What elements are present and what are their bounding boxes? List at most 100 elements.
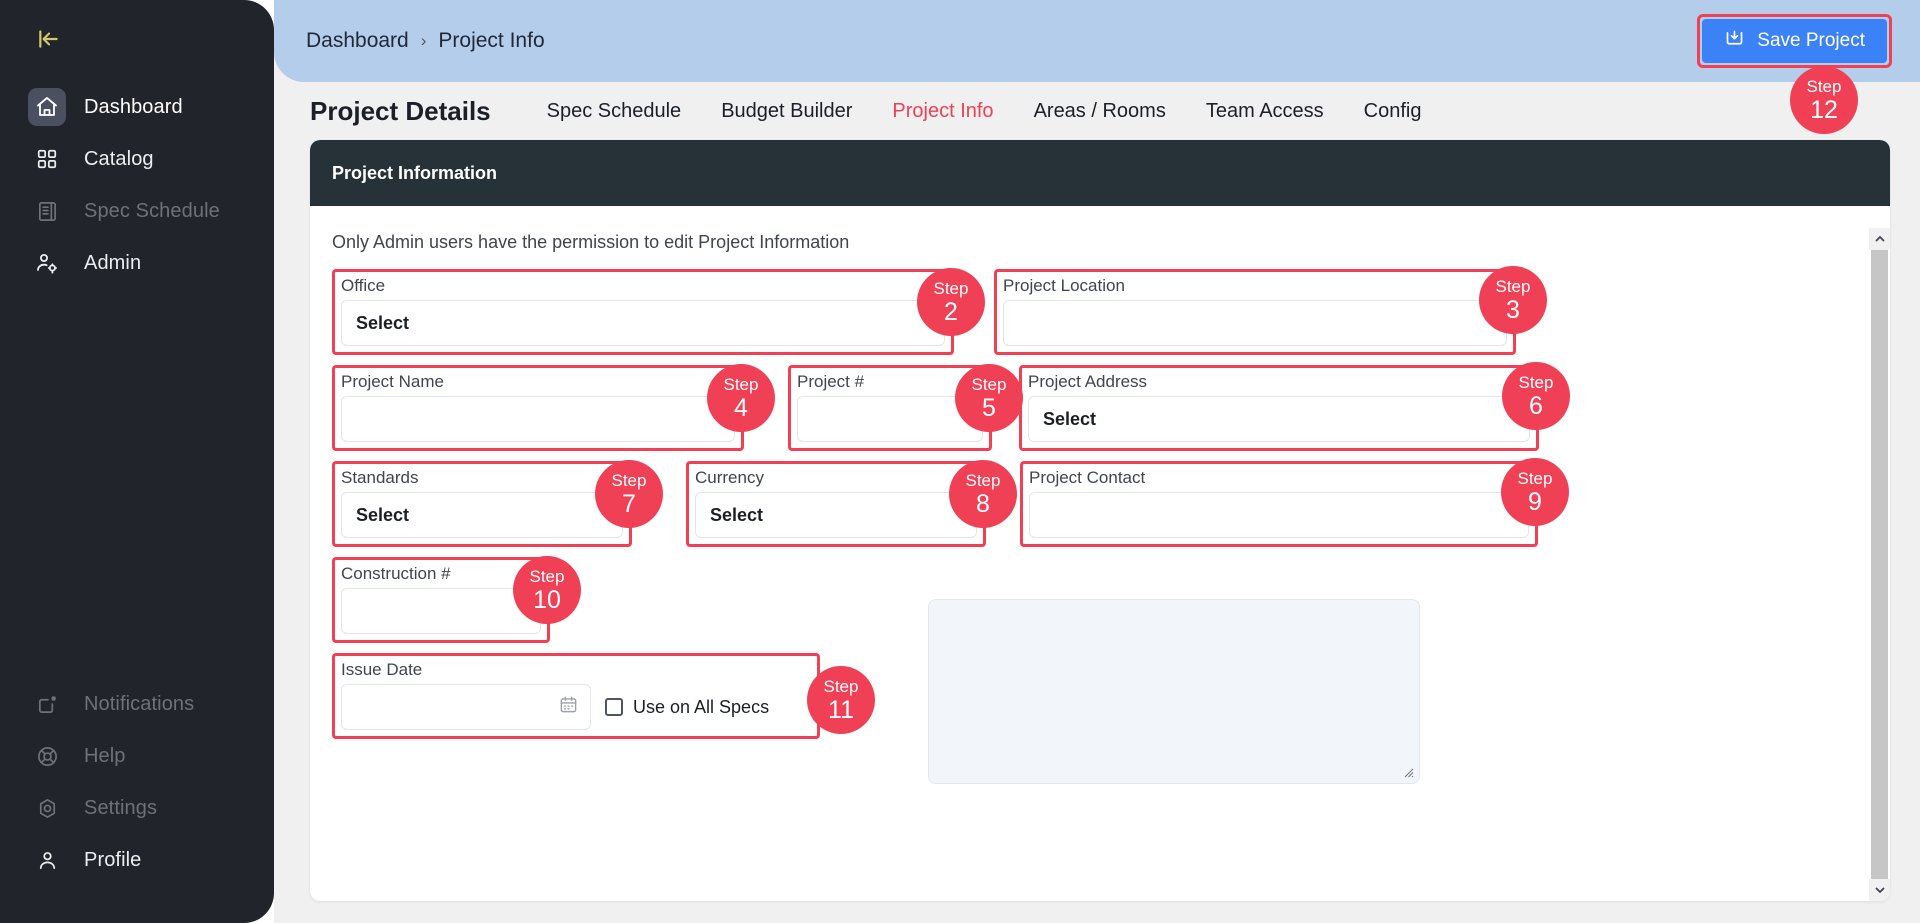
chevron-right-icon: › [420,31,427,50]
chevron-down-icon[interactable] [1868,879,1890,901]
sidebar-item-notifications[interactable]: Notifications [0,681,274,727]
scrollbar-thumb[interactable] [1871,250,1888,879]
sidebar-item-dashboard[interactable]: Dashboard [0,84,274,130]
main-content: Dashboard › Project Info Save Project St… [274,0,1920,923]
save-project-button[interactable]: Save Project [1702,19,1887,63]
project-contact-label: Project Contact [1029,468,1146,487]
save-disk-icon [1724,28,1745,55]
project-name-input[interactable] [341,396,735,442]
document-list-icon [28,192,66,230]
issue-date-input[interactable] [341,684,591,730]
step-number: 11 [828,695,854,724]
step-number: 6 [1529,391,1543,420]
calendar-icon[interactable] [559,695,578,719]
project-location-input[interactable] [1003,300,1507,346]
tab-config[interactable]: Config [1364,100,1422,123]
issue-date-row: Use on All Specs [341,684,811,730]
scrollbar-track[interactable] [1871,250,1888,879]
office-value: Select [356,312,410,333]
tab-project-info[interactable]: Project Info [892,100,993,123]
currency-value: Select [710,504,764,525]
project-location-label: Project Location [1003,276,1125,295]
step-number: 7 [622,489,636,518]
card-body: Only Admin users have the permission to … [310,206,1890,901]
project-info-form: Only Admin users have the permission to … [310,228,1868,901]
tab-spec-schedule[interactable]: Spec Schedule [547,100,682,123]
grid-icon [28,140,66,178]
tab-bar: Project Details Spec Schedule Budget Bui… [274,82,1920,140]
construction-number-input[interactable] [341,588,541,634]
sidebar-item-profile[interactable]: Profile [0,837,274,883]
step-number: 3 [1506,295,1520,324]
sidebar-item-label: Catalog [84,147,154,170]
use-on-all-specs-group: Use on All Specs [605,697,769,718]
project-address-label: Project Address [1028,372,1148,391]
field-group-office: Office Select Step 2 [332,268,985,355]
user-gear-icon [28,244,66,282]
sidebar-item-help[interactable]: Help [0,733,274,779]
user-icon [28,841,66,879]
field-group-construction-number: Construction # Step 10 [332,556,581,643]
save-button-highlight: Save Project [1697,14,1892,68]
field-group-currency: Currency Select Step 8 [686,460,1017,547]
project-contact-input[interactable] [1029,492,1529,538]
sidebar-item-label: Profile [84,848,142,871]
life-ring-icon [28,737,66,775]
step-number: 4 [734,393,748,422]
tab-budget-builder[interactable]: Budget Builder [721,100,852,123]
sidebar-item-catalog[interactable]: Catalog [0,136,274,182]
field-group-project-contact: Project Contact Step 9 [1020,458,1569,547]
tab-team-access[interactable]: Team Access [1206,100,1324,123]
card-header: Project Information [310,140,1890,206]
project-number-input[interactable] [797,396,983,442]
project-address-value: Select [1043,408,1097,429]
form-row-1: Office Select Step 2 Project Location St… [332,266,1846,355]
bell-notification-icon [28,685,66,723]
resize-grip-icon[interactable] [1400,764,1416,780]
standards-label: Standards [341,468,419,487]
project-info-card: Project Information Only Admin users hav… [310,140,1890,901]
issue-date-label: Issue Date [341,660,423,679]
sidebar-item-label: Notifications [84,692,195,715]
step-word: Step [823,676,859,696]
office-select[interactable]: Select [341,300,945,346]
sidebar-item-label: Settings [84,796,158,819]
breadcrumb-root[interactable]: Dashboard [306,29,409,53]
field-group-project-number: Project # Step 5 [788,364,1023,451]
step-number: 2 [944,297,958,326]
app-root: Dashboard Catalog Spec Schedule Admin No… [0,0,1920,923]
page-title: Project Details [310,95,491,126]
standards-value: Select [356,504,410,525]
field-group-project-name: Project Name Step 4 [332,364,775,451]
project-notes-wrapper [928,599,1420,784]
top-bar: Dashboard › Project Info Save Project St… [274,0,1920,134]
form-row-2: Project Name Step 4 Project # Step 5 Pro… [332,362,1846,451]
sidebar-item-spec-schedule[interactable]: Spec Schedule [0,188,274,234]
office-label: Office [341,276,386,295]
breadcrumb: Dashboard › Project Info [306,29,545,53]
chevron-up-icon[interactable] [1868,228,1890,250]
sidebar-item-settings[interactable]: Settings [0,785,274,831]
step-number: 9 [1528,487,1542,516]
project-name-label: Project Name [341,372,444,391]
collapse-panel-icon[interactable] [32,22,66,56]
step-number: 8 [976,489,990,518]
use-on-all-specs-checkbox[interactable] [605,698,623,716]
project-address-select[interactable]: Select [1028,396,1530,442]
field-group-project-location: Project Location Step 3 [994,266,1547,355]
project-number-label: Project # [797,372,865,391]
project-notes-textarea[interactable] [928,599,1420,784]
sidebar-item-label: Dashboard [84,95,183,118]
sidebar-item-label: Admin [84,251,142,274]
standards-select[interactable]: Select [341,492,623,538]
field-group-issue-date: Issue Date Use on All Specs Step 11 [332,653,875,739]
gear-icon [28,789,66,827]
breadcrumb-current[interactable]: Project Info [438,29,544,53]
permission-note: Only Admin users have the permission to … [332,232,850,252]
sidebar: Dashboard Catalog Spec Schedule Admin No… [0,0,274,923]
card-scrollbar[interactable] [1868,228,1890,901]
sidebar-item-admin[interactable]: Admin [0,240,274,286]
form-rows: Office Select Step 2 Project Location St… [332,266,1846,784]
tab-areas-rooms[interactable]: Areas / Rooms [1034,100,1166,123]
currency-select[interactable]: Select [695,492,977,538]
